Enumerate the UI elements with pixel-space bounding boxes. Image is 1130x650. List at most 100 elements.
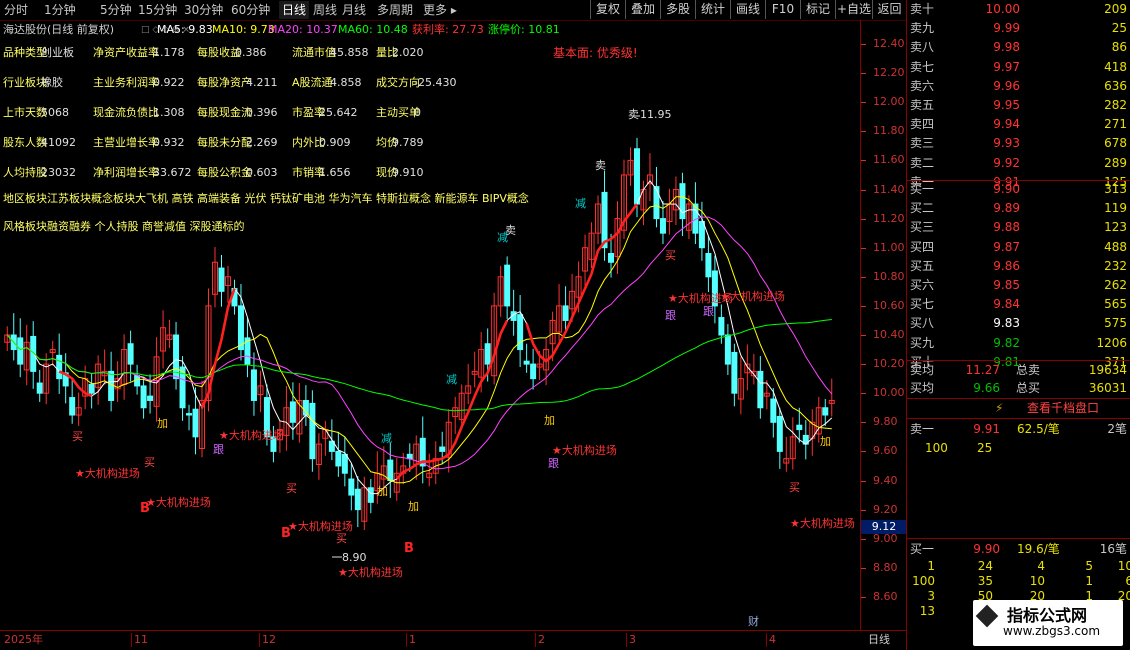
inst-entry-signal: ★大机构进场 (720, 290, 785, 303)
ask-row[interactable]: 卖十 10.00 209 (907, 0, 1130, 19)
ask-row[interactable]: 卖二 9.92 289 (907, 154, 1130, 173)
candle-body (127, 343, 134, 365)
tick-mark (861, 160, 866, 162)
back-button[interactable]: 返回 (872, 0, 906, 19)
period-tab-weekly[interactable]: 周线 (313, 1, 337, 19)
period-label[interactable]: 日线 (866, 633, 890, 647)
ask-row[interactable]: 卖三 9.93 678 (907, 134, 1130, 153)
fundamental-label: 净资产收益率 (93, 46, 159, 59)
ma60-label: MA60: 10.48 (338, 23, 408, 36)
tick-mark (861, 364, 866, 366)
ask-row[interactable]: 卖六 9.96 636 (907, 77, 1130, 96)
candle-body (562, 305, 569, 321)
queue-label: 卖一 (910, 422, 935, 436)
fundamental-value: 2.020 (392, 46, 424, 59)
period-tab-timeshare[interactable]: 分时 (4, 1, 28, 19)
bid-row[interactable]: 买一 9.90 313 (907, 180, 1130, 199)
candle-body (250, 369, 257, 401)
period-tab-multi[interactable]: 多周期 (377, 1, 413, 19)
level-volume: 565 (1104, 297, 1127, 312)
queue-order: 6 (1125, 574, 1130, 588)
period-tab-30min[interactable]: 30分钟 (184, 1, 223, 19)
limit-up-label: 涨停价: 10.81 (488, 23, 560, 36)
tick-mark (861, 538, 866, 540)
period-tab-60min[interactable]: 60分钟 (231, 1, 270, 19)
queue-size: 62.5/笔 (1017, 422, 1060, 436)
ask-row[interactable]: 卖四 9.94 271 (907, 115, 1130, 134)
candle-body (731, 351, 738, 394)
level-price: 9.89 (993, 201, 1020, 216)
finance-report-marker[interactable]: 财 (748, 615, 759, 628)
level-label: 买八 (910, 316, 935, 331)
spacer (7, 371, 40, 396)
tick-mark (861, 218, 866, 220)
add-watchlist-button[interactable]: +自选 (835, 0, 872, 19)
tick-mark (861, 596, 866, 598)
bid-row[interactable]: 买二 9.89 119 (907, 199, 1130, 218)
period-tab-5min[interactable]: 5分钟 (100, 1, 132, 19)
level-label: 卖四 (910, 117, 935, 132)
mark-button[interactable]: 标记 (800, 0, 835, 19)
level-label: 买六 (910, 278, 935, 292)
bid-row[interactable]: 买六 9.85 262 (907, 276, 1130, 295)
tick-mark (861, 247, 866, 249)
candle-body (387, 459, 394, 482)
bid-row[interactable]: 买五 9.86 232 (907, 257, 1130, 276)
fundamental-value: 23032 (41, 166, 76, 179)
period-tab-1min[interactable]: 1分钟 (44, 1, 76, 19)
overlay-button[interactable]: 叠加 (625, 0, 660, 19)
bid-row[interactable]: 买四 9.87 488 (907, 238, 1130, 257)
adjust-button[interactable]: 复权 (590, 0, 625, 19)
period-tab-daily[interactable]: 日线 (279, 1, 310, 19)
stock-title: 海达股份(日线 前复权) (3, 23, 115, 36)
candle-body (134, 375, 141, 387)
level-label: 买三 (910, 220, 935, 235)
draw-line-button[interactable]: 画线 (730, 0, 765, 19)
queue-order: 1 (1085, 574, 1093, 588)
candle-body (718, 317, 725, 336)
view-depth-button[interactable]: ⚡ 查看千档盘口 (907, 399, 1130, 418)
level-label: 买九 (910, 335, 935, 350)
level-price: 9.86 (993, 258, 1020, 273)
b-signal: B (404, 541, 414, 556)
bid-row[interactable]: 买七 9.84 565 (907, 295, 1130, 314)
ask-row[interactable]: 卖五 9.95 282 (907, 96, 1130, 115)
sell-signal: 卖 (595, 159, 606, 172)
ask-row[interactable]: 卖八 9.98 86 (907, 38, 1130, 57)
bid-row[interactable]: 买九 9.82 1206 (907, 334, 1130, 353)
period-tab-monthly[interactable]: 月线 (342, 1, 366, 19)
level-price: 9.97 (993, 59, 1020, 74)
inst-entry-signal: ★大机构进场 (219, 429, 284, 442)
level-label: 卖六 (910, 78, 935, 93)
add-signal: 加 (408, 500, 419, 513)
price-tick: 11.60 (873, 153, 905, 167)
fundamental-value: 45.858 (330, 46, 369, 59)
lightning-icon: ⚡ (995, 401, 1004, 415)
level-label: 卖八 (910, 40, 935, 55)
order-book: 卖十 10.00 209 卖九 9.99 25 卖八 9.98 86 卖七 9.97 418 卖六 9.9… (906, 0, 1130, 650)
bid-row[interactable]: 买三 9.88 123 (907, 218, 1130, 237)
period-tab-more[interactable]: 更多 ▸ (423, 1, 457, 19)
ask-row[interactable]: 卖九 9.99 25 (907, 19, 1130, 38)
stats-button[interactable]: 统计 (695, 0, 730, 19)
style-block-text: 风格板块融资融券 个人持股 商誉减值 深股通标的 (3, 220, 245, 233)
candle-body (724, 334, 731, 365)
buy-signal: 买 (144, 456, 155, 469)
queue-order: 24 (977, 559, 993, 573)
buy-signal: 买 (286, 482, 297, 495)
kline-chart[interactable]: 海达股份(日线 前复权) □ ◇ ◇ ⊕ × MA5: 9.83 MA10: 9… (0, 20, 860, 630)
fundamental-value: 33.672 (153, 166, 192, 179)
queue-order: 10 (1029, 574, 1045, 588)
level-label: 卖九 (910, 21, 935, 36)
ask-row[interactable]: 卖七 9.97 418 (907, 58, 1130, 77)
candle-body (504, 264, 511, 307)
multi-stock-button[interactable]: 多股 (660, 0, 695, 19)
candle-body (757, 370, 764, 409)
date-label: 4 (766, 633, 776, 647)
candle-body (796, 424, 803, 431)
period-tab-15min[interactable]: 15分钟 (138, 1, 177, 19)
fundamental-value: 0.396 (246, 106, 278, 119)
level-price: 9.95 (993, 98, 1020, 112)
bid-row[interactable]: 买八 9.83 575 (907, 314, 1130, 333)
f10-button[interactable]: F10 (765, 0, 800, 19)
